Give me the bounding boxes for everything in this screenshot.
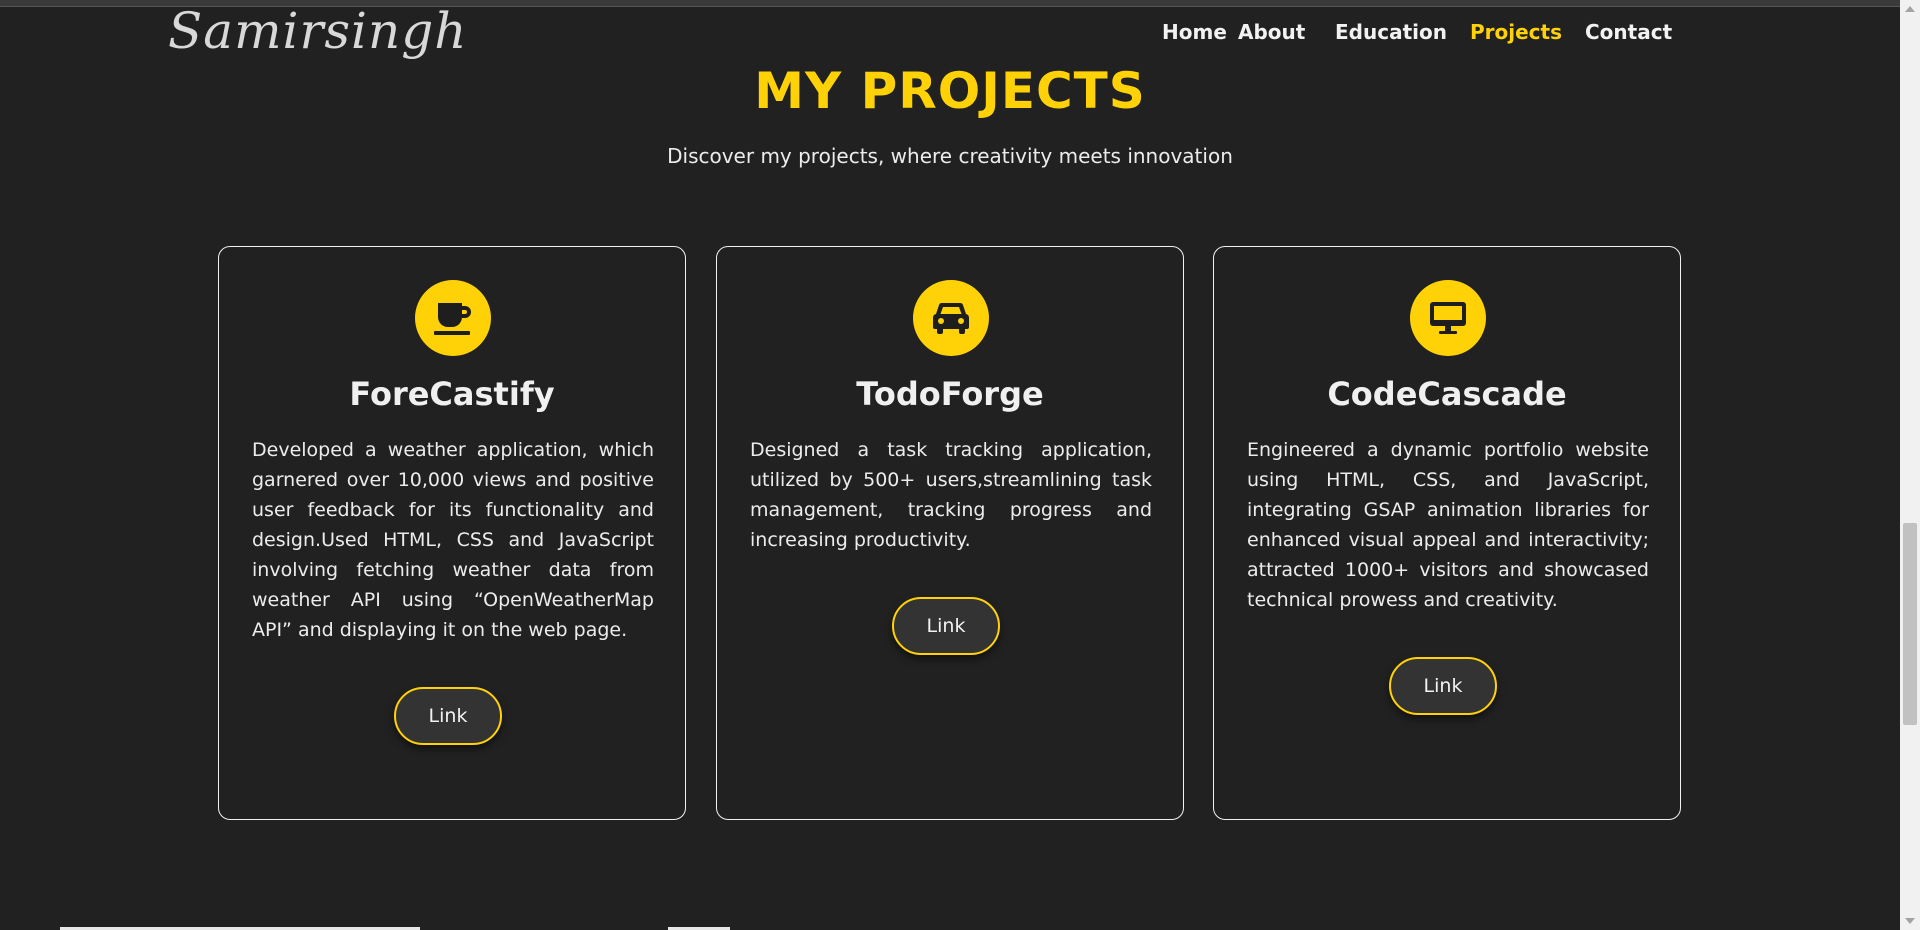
main-nav: Home About Education Projects Contact xyxy=(0,20,1920,50)
project-description: Designed a task tracking application, ut… xyxy=(750,439,1152,551)
scroll-down-icon[interactable] xyxy=(1905,918,1915,924)
project-card-todoforge: TodoForge Designed a task tracking appli… xyxy=(716,246,1184,820)
scrollbar-thumb[interactable] xyxy=(1903,523,1917,725)
nav-projects[interactable]: Projects xyxy=(1470,20,1562,44)
nav-home[interactable]: Home xyxy=(1162,20,1227,44)
project-link-button[interactable]: Link xyxy=(1389,657,1497,715)
car-icon xyxy=(913,280,989,356)
project-link-button[interactable]: Link xyxy=(394,687,502,745)
project-description: Developed a weather application, which g… xyxy=(252,439,654,641)
project-card-codecascade: CodeCascade Engineered a dynamic portfol… xyxy=(1213,246,1681,820)
project-description: Engineered a dynamic portfolio website u… xyxy=(1247,439,1649,611)
scroll-up-icon[interactable] xyxy=(1905,6,1915,12)
page-scrollbar[interactable] xyxy=(1900,0,1920,930)
project-title: TodoForge xyxy=(856,375,1044,413)
coffee-cup-icon xyxy=(415,280,491,356)
section-title: MY PROJECTS xyxy=(754,62,1146,120)
project-card-forecastify: ForeCastify Developed a weather applicat… xyxy=(218,246,686,820)
project-link-button[interactable]: Link xyxy=(892,597,1000,655)
project-title: ForeCastify xyxy=(349,375,555,413)
section-subtitle: Discover my projects, where creativity m… xyxy=(667,144,1233,168)
desktop-monitor-icon xyxy=(1410,280,1486,356)
nav-education[interactable]: Education xyxy=(1335,20,1447,44)
nav-about[interactable]: About xyxy=(1238,20,1305,44)
project-title: CodeCascade xyxy=(1327,375,1567,413)
nav-contact[interactable]: Contact xyxy=(1585,20,1672,44)
